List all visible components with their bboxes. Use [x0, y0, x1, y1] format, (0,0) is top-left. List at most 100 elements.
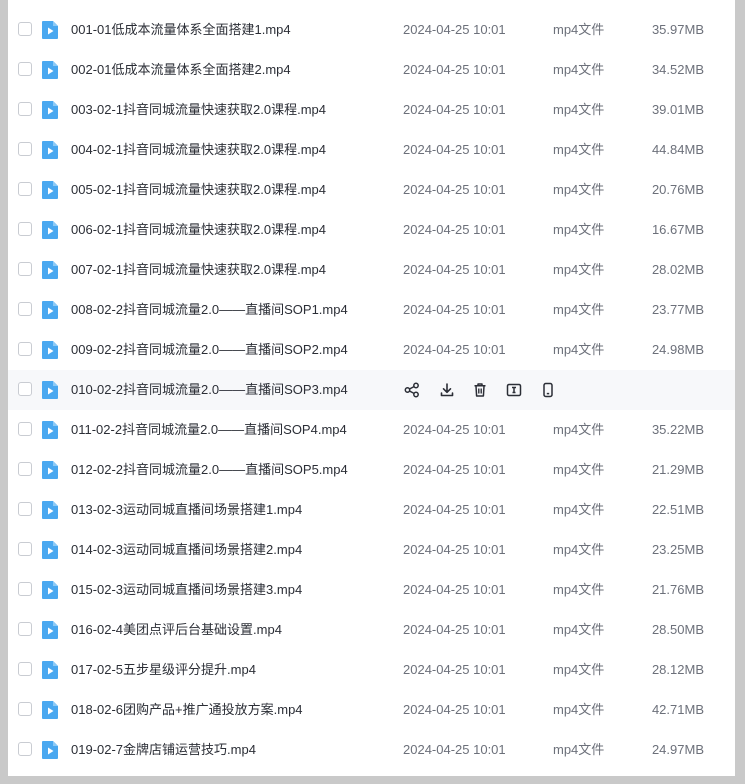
- file-row[interactable]: 014-02-3运动同城直播间场景搭建2.mp4 2024-04-25 10:01…: [8, 530, 735, 570]
- file-name[interactable]: 004-02-1抖音同城流量快速获取2.0课程.mp4: [71, 130, 326, 170]
- file-name[interactable]: 014-02-3运动同城直播间场景搭建2.mp4: [71, 530, 302, 570]
- file-name[interactable]: 019-02-7金牌店铺运营技巧.mp4: [71, 730, 256, 770]
- file-row[interactable]: 005-02-1抖音同城流量快速获取2.0课程.mp4 2024-04-25 10…: [8, 170, 735, 210]
- file-type: mp4文件: [553, 222, 605, 237]
- share-icon[interactable]: [403, 381, 421, 399]
- file-name[interactable]: 013-02-3运动同城直播间场景搭建1.mp4: [71, 490, 302, 530]
- file-size: 24.97MB: [651, 742, 704, 757]
- row-checkbox[interactable]: [18, 502, 32, 516]
- delete-icon[interactable]: [471, 381, 489, 399]
- row-checkbox[interactable]: [18, 742, 32, 756]
- row-checkbox[interactable]: [18, 222, 32, 236]
- file-name[interactable]: 008-02-2抖音同城流量2.0——直播间SOP1.mp4: [71, 290, 348, 330]
- file-size: 35.97MB: [651, 22, 704, 37]
- file-size: 28.02MB: [651, 262, 704, 277]
- file-modified-date: 2024-04-25 10:01: [403, 142, 506, 157]
- file-row[interactable]: 019-02-7金牌店铺运营技巧.mp4 2024-04-25 10:01 mp4文…: [8, 730, 735, 770]
- file-name[interactable]: 003-02-1抖音同城流量快速获取2.0课程.mp4: [71, 90, 326, 130]
- video-file-icon: [41, 500, 59, 520]
- video-file-icon: [41, 380, 59, 400]
- row-checkbox[interactable]: [18, 462, 32, 476]
- file-row[interactable]: 017-02-5五步星级评分提升.mp4 2024-04-25 10:01 mp4文…: [8, 650, 735, 690]
- file-row[interactable]: 007-02-1抖音同城流量快速获取2.0课程.mp4 2024-04-25 10…: [8, 250, 735, 290]
- row-checkbox[interactable]: [18, 22, 32, 36]
- file-modified-date: 2024-04-25 10:01: [403, 662, 506, 677]
- file-type: mp4文件: [553, 102, 605, 117]
- file-type: mp4文件: [553, 582, 605, 597]
- row-checkbox[interactable]: [18, 182, 32, 196]
- file-row[interactable]: 003-02-1抖音同城流量快速获取2.0课程.mp4 2024-04-25 10…: [8, 90, 735, 130]
- file-list-panel: 001-01低成本流量体系全面搭建1.mp4 2024-04-25 10:01 mp…: [8, 0, 735, 776]
- file-modified-date: 2024-04-25 10:01: [403, 182, 506, 197]
- video-file-icon: [41, 60, 59, 80]
- file-row[interactable]: 004-02-1抖音同城流量快速获取2.0课程.mp4 2024-04-25 10…: [8, 130, 735, 170]
- row-checkbox[interactable]: [18, 302, 32, 316]
- download-icon[interactable]: [438, 381, 456, 399]
- file-name[interactable]: 010-02-2抖音同城流量2.0——直播间SOP3.mp4: [71, 370, 348, 410]
- file-name[interactable]: 011-02-2抖音同城流量2.0——直播间SOP4.mp4: [71, 410, 347, 450]
- file-row[interactable]: 011-02-2抖音同城流量2.0——直播间SOP4.mp4 2024-04-25…: [8, 410, 735, 450]
- file-name[interactable]: 005-02-1抖音同城流量快速获取2.0课程.mp4: [71, 170, 326, 210]
- file-row[interactable]: 002-01低成本流量体系全面搭建2.mp4 2024-04-25 10:01 mp…: [8, 50, 735, 90]
- file-size: 21.29MB: [651, 462, 704, 477]
- file-row[interactable]: 010-02-2抖音同城流量2.0——直播间SOP3.mp4: [8, 370, 735, 410]
- file-row[interactable]: 001-01低成本流量体系全面搭建1.mp4 2024-04-25 10:01 mp…: [8, 10, 735, 50]
- file-row[interactable]: 015-02-3运动同城直播间场景搭建3.mp4 2024-04-25 10:01…: [8, 570, 735, 610]
- row-checkbox[interactable]: [18, 342, 32, 356]
- row-checkbox[interactable]: [18, 102, 32, 116]
- file-name[interactable]: 017-02-5五步星级评分提升.mp4: [71, 650, 256, 690]
- file-modified-date: 2024-04-25 10:01: [403, 582, 506, 597]
- file-type: mp4文件: [553, 742, 605, 757]
- file-row[interactable]: 012-02-2抖音同城流量2.0——直播间SOP5.mp4 2024-04-25…: [8, 450, 735, 490]
- row-checkbox[interactable]: [18, 262, 32, 276]
- file-modified-date: 2024-04-25 10:01: [403, 422, 506, 437]
- file-row[interactable]: 018-02-6团购产品+推广通投放方案.mp4 2024-04-25 10:01…: [8, 690, 735, 730]
- file-name[interactable]: 018-02-6团购产品+推广通投放方案.mp4: [71, 690, 303, 730]
- file-type: mp4文件: [553, 142, 605, 157]
- file-modified-date: 2024-04-25 10:01: [403, 342, 506, 357]
- file-row[interactable]: 013-02-3运动同城直播间场景搭建1.mp4 2024-04-25 10:01…: [8, 490, 735, 530]
- row-checkbox[interactable]: [18, 382, 32, 396]
- row-checkbox[interactable]: [18, 422, 32, 436]
- file-row[interactable]: 016-02-4美团点评后台基础设置.mp4 2024-04-25 10:01 mp…: [8, 610, 735, 650]
- file-name[interactable]: 001-01低成本流量体系全面搭建1.mp4: [71, 10, 291, 50]
- file-type: mp4文件: [553, 262, 605, 277]
- file-type: mp4文件: [553, 342, 605, 357]
- file-modified-date: 2024-04-25 10:01: [403, 102, 506, 117]
- file-type: mp4文件: [553, 22, 605, 37]
- rename-icon[interactable]: [505, 381, 523, 399]
- file-size: 28.50MB: [651, 622, 704, 637]
- video-file-icon: [41, 540, 59, 560]
- file-size: 39.01MB: [651, 102, 704, 117]
- file-modified-date: 2024-04-25 10:01: [403, 622, 506, 637]
- row-checkbox[interactable]: [18, 662, 32, 676]
- file-row[interactable]: 006-02-1抖音同城流量快速获取2.0课程.mp4 2024-04-25 10…: [8, 210, 735, 250]
- row-checkbox[interactable]: [18, 62, 32, 76]
- row-checkbox[interactable]: [18, 542, 32, 556]
- file-name[interactable]: 007-02-1抖音同城流量快速获取2.0课程.mp4: [71, 250, 326, 290]
- file-name[interactable]: 015-02-3运动同城直播间场景搭建3.mp4: [71, 570, 302, 610]
- row-checkbox[interactable]: [18, 702, 32, 716]
- file-modified-date: 2024-04-25 10:01: [403, 502, 506, 517]
- file-type: mp4文件: [553, 662, 605, 677]
- file-name[interactable]: 012-02-2抖音同城流量2.0——直播间SOP5.mp4: [71, 450, 348, 490]
- file-row[interactable]: 008-02-2抖音同城流量2.0——直播间SOP1.mp4 2024-04-25…: [8, 290, 735, 330]
- row-checkbox[interactable]: [18, 622, 32, 636]
- video-file-icon: [41, 100, 59, 120]
- file-name[interactable]: 016-02-4美团点评后台基础设置.mp4: [71, 610, 282, 650]
- video-file-icon: [41, 180, 59, 200]
- video-file-icon: [41, 20, 59, 40]
- mobile-icon[interactable]: [539, 381, 557, 399]
- video-file-icon: [41, 220, 59, 240]
- video-file-icon: [41, 420, 59, 440]
- file-modified-date: 2024-04-25 10:01: [403, 702, 506, 717]
- file-name[interactable]: 009-02-2抖音同城流量2.0——直播间SOP2.mp4: [71, 330, 348, 370]
- file-name[interactable]: 006-02-1抖音同城流量快速获取2.0课程.mp4: [71, 210, 326, 250]
- file-size: 44.84MB: [651, 142, 704, 157]
- file-row[interactable]: 009-02-2抖音同城流量2.0——直播间SOP2.mp4 2024-04-25…: [8, 330, 735, 370]
- file-name[interactable]: 002-01低成本流量体系全面搭建2.mp4: [71, 50, 291, 90]
- file-size: 24.98MB: [651, 342, 704, 357]
- row-checkbox[interactable]: [18, 582, 32, 596]
- file-modified-date: 2024-04-25 10:01: [403, 262, 506, 277]
- row-checkbox[interactable]: [18, 142, 32, 156]
